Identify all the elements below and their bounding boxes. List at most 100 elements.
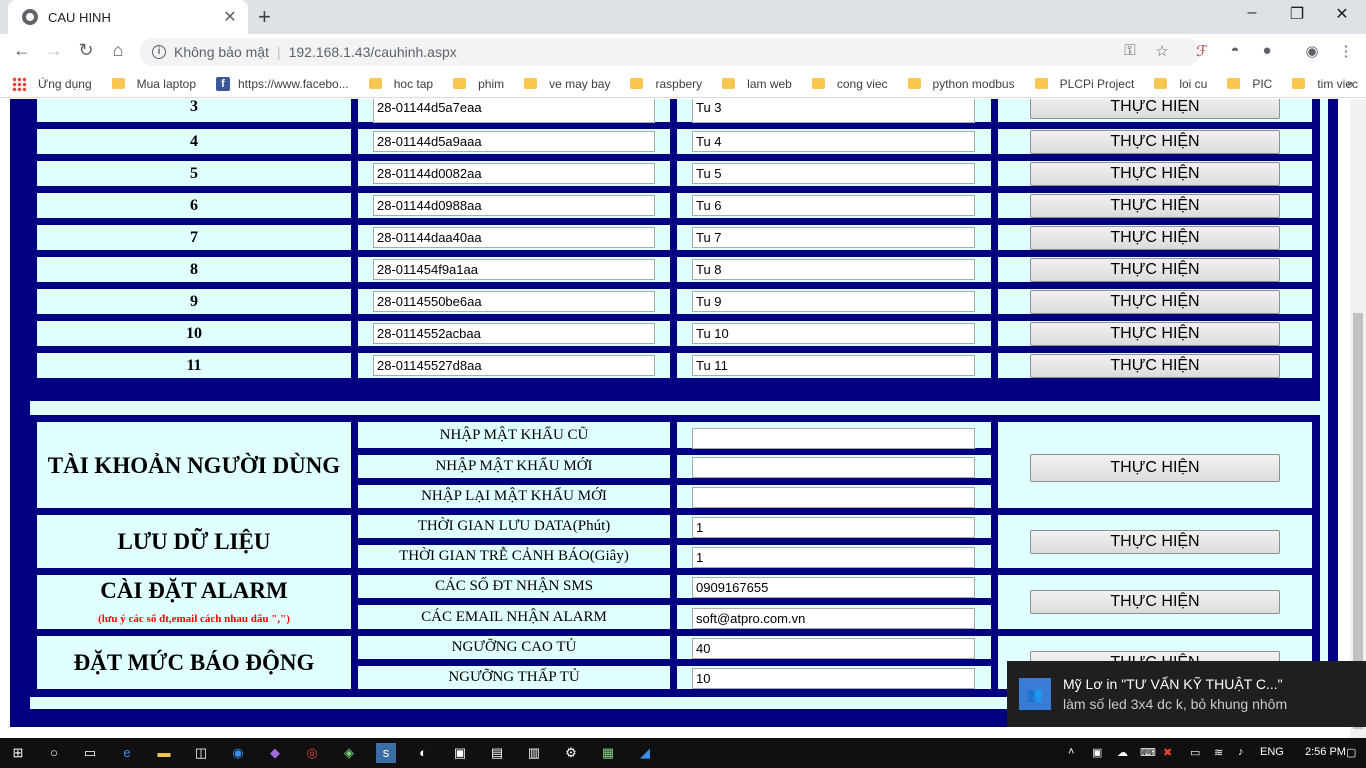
extension-circle-icon[interactable]: ● xyxy=(1257,42,1277,59)
alarm-submit-button[interactable]: THỰC HIỆN xyxy=(1030,590,1280,614)
sensor-submit-button[interactable]: THỰC HIỆN xyxy=(1030,354,1280,378)
zalo-icon[interactable]: ◐ xyxy=(413,743,433,763)
chrome-icon[interactable]: ◎ xyxy=(302,743,322,763)
language-indicator[interactable]: ENG xyxy=(1260,746,1284,758)
excel-icon[interactable]: ▦ xyxy=(598,743,618,763)
bookmark-item[interactable]: lam web xyxy=(722,77,792,91)
sensor-submit-button[interactable]: THỰC HIỆN xyxy=(1030,322,1280,346)
skype-icon[interactable]: s xyxy=(376,743,396,763)
low-threshold-input[interactable]: 10 xyxy=(692,668,975,689)
new-tab-button[interactable]: + xyxy=(258,4,271,30)
file-explorer-icon[interactable]: ▬ xyxy=(154,743,174,763)
bookmark-item[interactable]: raspbery xyxy=(630,77,702,91)
network-app-icon[interactable]: ▣ xyxy=(450,743,470,763)
tray-app-icon[interactable]: ▣ xyxy=(1092,746,1102,759)
tool-icon[interactable]: ⚙ xyxy=(561,743,581,763)
edge-icon[interactable]: e xyxy=(117,743,137,763)
sensor-id-input[interactable]: 28-01144d5a9aaa xyxy=(373,131,655,152)
sensor-submit-button[interactable]: THỰC HIỆN xyxy=(1030,290,1280,314)
remote-desktop-icon[interactable]: ▥ xyxy=(524,743,544,763)
menu-icon[interactable]: ⋮ xyxy=(1336,42,1356,60)
new-password-input[interactable] xyxy=(692,457,975,478)
extension-mask-icon[interactable]: ◓ xyxy=(1225,42,1245,59)
sensor-id-input[interactable]: 28-011454f9a1aa xyxy=(373,259,655,280)
sensor-id-input[interactable]: 28-01144d0988aa xyxy=(373,195,655,216)
sensor-name-input[interactable]: Tu 4 xyxy=(692,131,975,152)
minimize-button[interactable]: – xyxy=(1232,4,1272,22)
old-password-input[interactable] xyxy=(692,428,975,449)
extension-translate-icon[interactable]: ℱ xyxy=(1192,42,1212,60)
forward-icon[interactable]: → xyxy=(42,40,66,61)
wifi-icon[interactable]: ≋ xyxy=(1214,746,1223,759)
sensor-submit-button[interactable]: THỰC HIỆN xyxy=(1030,258,1280,282)
high-threshold-input[interactable]: 40 xyxy=(692,638,975,659)
close-tab-icon[interactable]: ✕ xyxy=(222,7,238,27)
bookmark-item[interactable]: f https://www.facebo... xyxy=(216,76,349,91)
page-scrollbar[interactable] xyxy=(1350,99,1366,739)
sensor-name-input[interactable]: Tu 6 xyxy=(692,195,975,216)
browser-tab[interactable]: CAU HINH ✕ xyxy=(8,0,248,34)
key-icon[interactable]: ⚿ xyxy=(1120,42,1140,59)
sensor-name-input[interactable]: Tu 10 xyxy=(692,323,975,344)
tray-alert-icon[interactable]: ✖ xyxy=(1163,746,1172,759)
chat-notification[interactable]: 👥 Mỹ Lơ in "TƯ VẤN KỸ THUẬT C..." làm số… xyxy=(1007,661,1366,727)
task-view-icon[interactable]: ▭ xyxy=(80,743,100,763)
reload-icon[interactable]: ↻ xyxy=(74,40,98,61)
home-icon[interactable]: ⌂ xyxy=(106,40,130,61)
account-submit-button[interactable]: THỰC HIỆN xyxy=(1030,454,1280,482)
app-icon[interactable]: ◈ xyxy=(339,743,359,763)
sensor-id-input[interactable]: 28-01144d5a7eaa xyxy=(373,99,655,123)
bookmark-item[interactable]: loi cu xyxy=(1154,77,1207,91)
sensor-id-input[interactable]: 28-01145527d8aa xyxy=(373,355,655,376)
info-icon[interactable]: i xyxy=(152,45,166,59)
alarm-delay-input[interactable]: 1 xyxy=(692,547,975,568)
clock[interactable]: 2:56 PM xyxy=(1305,746,1346,758)
save-interval-input[interactable]: 1 xyxy=(692,517,975,538)
sensor-name-input[interactable]: Tu 3 xyxy=(692,99,975,123)
sensor-submit-button[interactable]: THỰC HIỆN xyxy=(1030,194,1280,218)
tray-cloud-icon[interactable]: ☁ xyxy=(1117,746,1128,759)
url-text[interactable]: 192.168.1.43/cauhinh.aspx xyxy=(289,44,457,60)
teamviewer-icon[interactable]: ◉ xyxy=(228,743,248,763)
bookmark-item[interactable]: cong viec xyxy=(811,77,888,91)
tray-keyboard-icon[interactable]: ⌨ xyxy=(1140,746,1156,759)
close-window-button[interactable]: ✕ xyxy=(1322,4,1362,24)
sensor-id-input[interactable]: 28-01144daa40aa xyxy=(373,227,655,248)
bookmark-item[interactable]: hoc tap xyxy=(368,77,433,91)
bookmark-item[interactable]: PIC xyxy=(1227,77,1272,91)
maximize-button[interactable]: ❐ xyxy=(1277,4,1317,24)
bookmark-item[interactable]: phim xyxy=(453,77,504,91)
sms-input[interactable]: 0909167655 xyxy=(692,577,975,598)
profile-icon[interactable]: ◉ xyxy=(1302,42,1322,60)
sensor-submit-button[interactable]: THỰC HIỆN xyxy=(1030,162,1280,186)
notepad-icon[interactable]: ▤ xyxy=(487,743,507,763)
back-icon[interactable]: ← xyxy=(10,40,34,61)
confirm-password-input[interactable] xyxy=(692,487,975,508)
sensor-submit-button[interactable]: THỰC HIỆN xyxy=(1030,130,1280,154)
sensor-submit-button[interactable]: THỰC HIỆN xyxy=(1030,226,1280,250)
bookmark-item[interactable]: python modbus xyxy=(907,77,1015,91)
search-icon[interactable]: ○ xyxy=(44,743,64,763)
bookmark-item[interactable]: ve may bay xyxy=(524,77,610,91)
sensor-id-input[interactable]: 28-01144d0082aa xyxy=(373,163,655,184)
star-icon[interactable]: ☆ xyxy=(1152,42,1172,60)
terminal-icon[interactable]: ◢ xyxy=(635,743,655,763)
visual-studio-icon[interactable]: ◆ xyxy=(265,743,285,763)
action-center-icon[interactable]: ▢ xyxy=(1346,746,1356,759)
sensor-id-input[interactable]: 28-0114550be6aa xyxy=(373,291,655,312)
sensor-name-input[interactable]: Tu 7 xyxy=(692,227,975,248)
windows-start-icon[interactable]: ⊞ xyxy=(8,743,28,763)
sensor-name-input[interactable]: Tu 9 xyxy=(692,291,975,312)
show-hidden-icons[interactable]: ˄ xyxy=(1068,746,1074,758)
bookmark-item[interactable]: Mua laptop xyxy=(111,77,196,91)
sensor-submit-button[interactable]: THỰC HIỆN xyxy=(1030,99,1280,119)
more-bookmarks-icon[interactable]: » xyxy=(1347,76,1354,91)
sensor-id-input[interactable]: 28-0114552acbaa xyxy=(373,323,655,344)
email-input[interactable]: soft@atpro.com.vn xyxy=(692,608,975,629)
tray-media-icon[interactable]: ▭ xyxy=(1190,746,1200,759)
sensor-name-input[interactable]: Tu 11 xyxy=(692,355,975,376)
data-logging-submit-button[interactable]: THỰC HIỆN xyxy=(1030,530,1280,554)
store-icon[interactable]: ◫ xyxy=(191,743,211,763)
sensor-name-input[interactable]: Tu 5 xyxy=(692,163,975,184)
sensor-name-input[interactable]: Tu 8 xyxy=(692,259,975,280)
